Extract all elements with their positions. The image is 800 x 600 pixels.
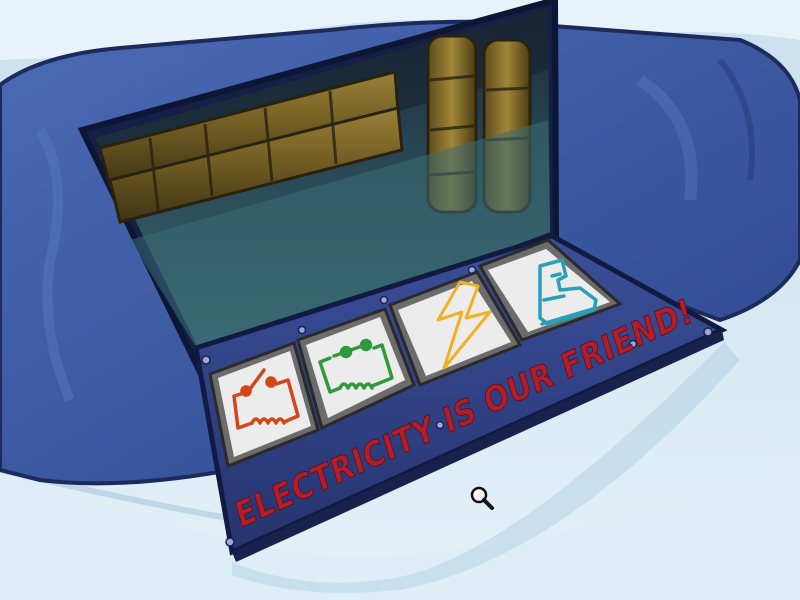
scene-background: ELECTRICITY IS OUR FRIEND! xyxy=(0,0,800,600)
game-scene: ELECTRICITY IS OUR FRIEND! xyxy=(0,0,800,600)
